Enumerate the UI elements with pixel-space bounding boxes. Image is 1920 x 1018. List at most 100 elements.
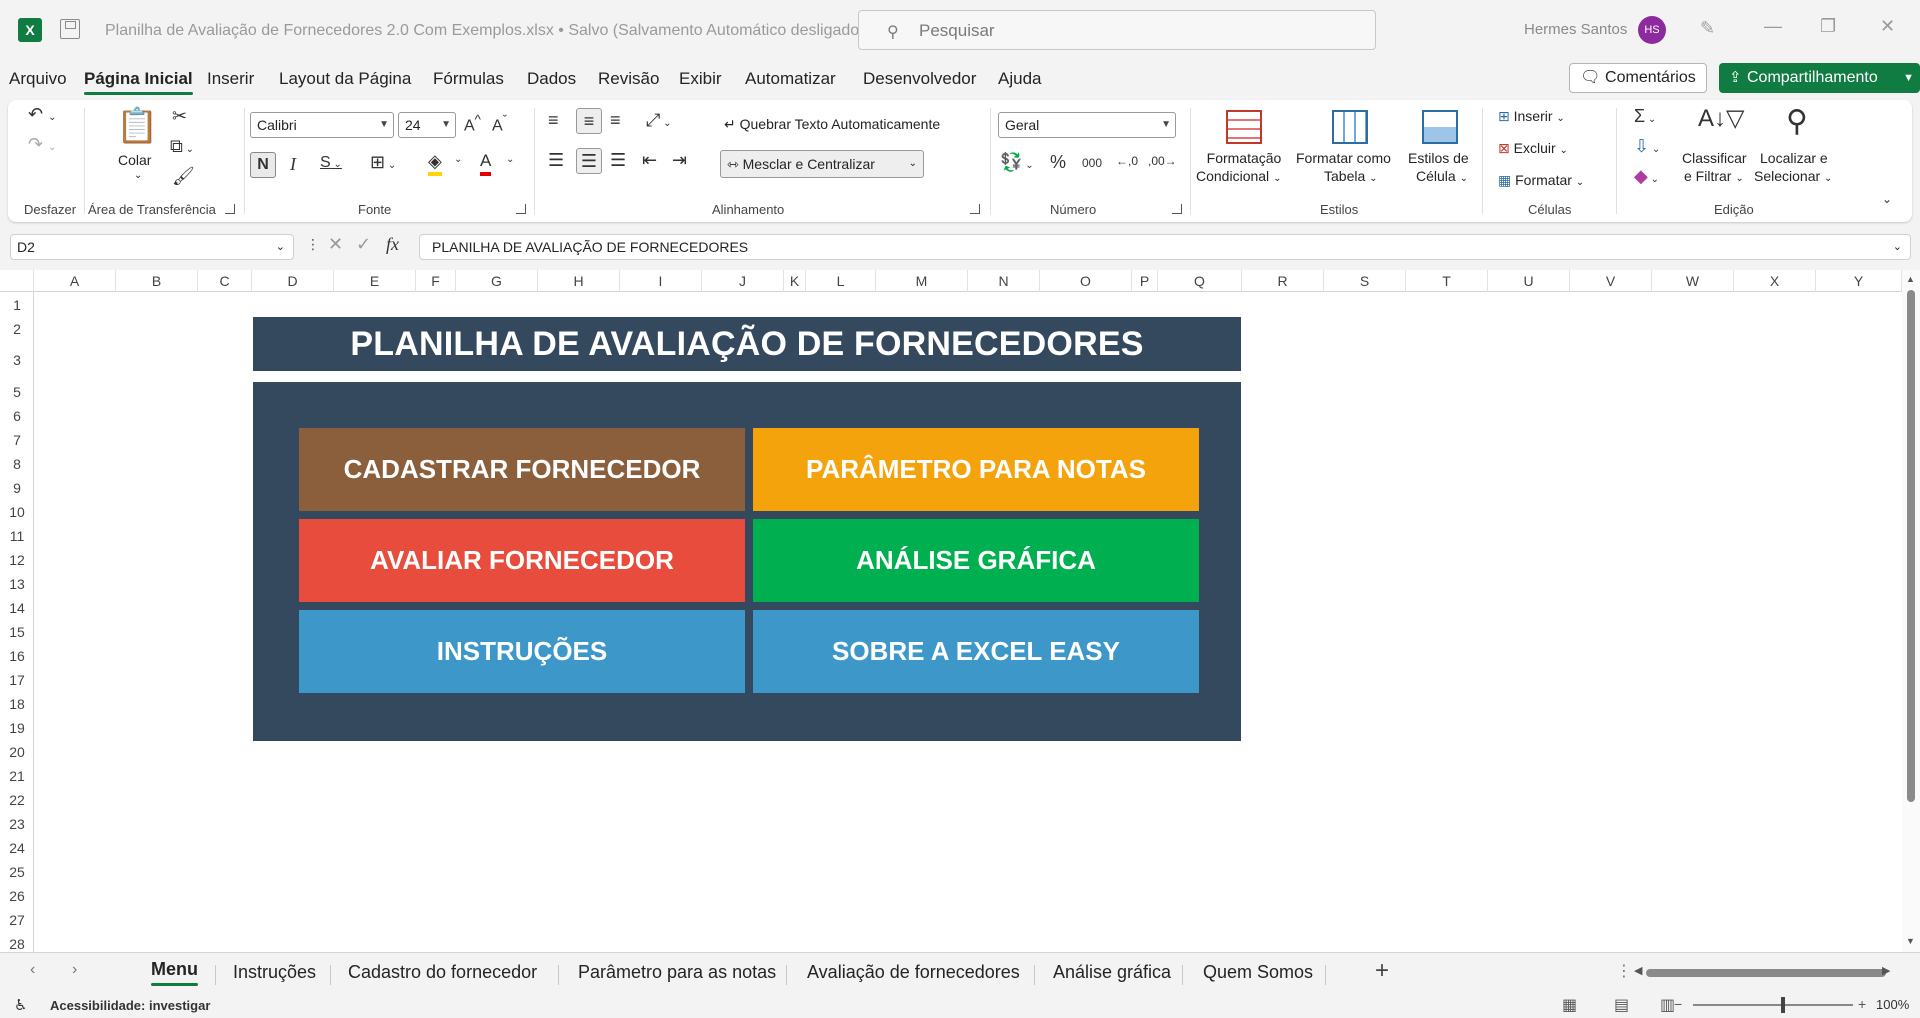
insert-cells-button[interactable]: ⊞ Inserir ⌄: [1498, 108, 1565, 125]
row-header[interactable]: 28: [0, 936, 34, 952]
menu-exibir[interactable]: Exibir: [679, 69, 722, 89]
sheet-tab-instrucoes[interactable]: Instruções: [233, 962, 316, 983]
row-header[interactable]: 24: [0, 840, 34, 856]
row-header[interactable]: 7: [0, 432, 34, 448]
collapse-ribbon-icon[interactable]: ⌄: [1882, 192, 1892, 206]
increase-indent-icon[interactable]: ⇥: [672, 150, 687, 171]
name-box[interactable]: D2 ⌄: [10, 234, 294, 260]
register-supplier-button[interactable]: CADASTRAR FORNECEDOR: [299, 428, 745, 511]
menu-pagina-inicial[interactable]: Página Inicial: [84, 69, 193, 95]
paste-label[interactable]: Colar: [118, 152, 151, 168]
increase-decimal-icon[interactable]: ←,0: [1116, 154, 1138, 168]
sheet-tab-parametro[interactable]: Parâmetro para as notas: [578, 962, 776, 983]
zoom-level[interactable]: 100%: [1876, 997, 1909, 1012]
menu-automatizar[interactable]: Automatizar: [745, 69, 836, 89]
row-header[interactable]: 6: [0, 408, 34, 424]
column-header[interactable]: T: [1406, 270, 1488, 292]
column-header[interactable]: H: [538, 270, 620, 292]
row-header[interactable]: 2: [0, 321, 34, 337]
row-header[interactable]: 16: [0, 648, 34, 664]
dashboard-title[interactable]: PLANILHA DE AVALIAÇÃO DE FORNECEDORES: [253, 317, 1241, 371]
format-table-label-2[interactable]: Tabela ⌄: [1324, 168, 1378, 184]
column-header[interactable]: S: [1324, 270, 1406, 292]
column-header[interactable]: Q: [1158, 270, 1242, 292]
percent-icon[interactable]: %: [1050, 152, 1066, 173]
find-select-icon[interactable]: ⚲: [1786, 104, 1808, 139]
row-header[interactable]: 10: [0, 504, 34, 520]
align-bottom-icon[interactable]: ≡: [610, 110, 621, 131]
fill-color-icon[interactable]: ◈: [428, 150, 442, 176]
menu-revisao[interactable]: Revisão: [598, 69, 659, 89]
row-header[interactable]: 5: [0, 384, 34, 400]
increase-font-icon[interactable]: A^: [464, 112, 481, 135]
save-icon[interactable]: [60, 19, 80, 39]
grading-parameters-button[interactable]: PARÂMETRO PARA NOTAS: [753, 428, 1199, 511]
row-header[interactable]: 13: [0, 576, 34, 592]
row-header[interactable]: 25: [0, 864, 34, 880]
sort-filter-label-2[interactable]: e Filtrar ⌄: [1684, 168, 1744, 184]
conditional-format-label-1[interactable]: Formatação: [1204, 150, 1284, 166]
row-header[interactable]: 12: [0, 552, 34, 568]
sheet-tab-analise[interactable]: Análise gráfica: [1053, 962, 1171, 983]
decrease-indent-icon[interactable]: ⇤: [642, 150, 657, 171]
minimize-icon[interactable]: —: [1764, 16, 1782, 37]
expand-formula-icon[interactable]: ⌄: [1893, 235, 1902, 259]
column-header[interactable]: E: [334, 270, 416, 292]
column-header[interactable]: A: [34, 270, 116, 292]
menu-desenvolvedor[interactable]: Desenvolvedor: [863, 69, 976, 89]
conditional-format-label-2[interactable]: Condicional ⌄: [1196, 168, 1281, 184]
column-header[interactable]: K: [784, 270, 806, 292]
number-launcher-icon[interactable]: [1172, 204, 1182, 214]
menu-ajuda[interactable]: Ajuda: [998, 69, 1041, 89]
format-cells-button[interactable]: ▦ Formatar ⌄: [1498, 172, 1584, 189]
more-icon[interactable]: ⋮: [306, 236, 320, 253]
autosum-icon[interactable]: Σ ⌄: [1634, 106, 1656, 127]
enter-icon[interactable]: ✓: [356, 234, 371, 255]
format-as-table-icon[interactable]: [1332, 110, 1368, 144]
row-header[interactable]: 20: [0, 744, 34, 760]
thousands-icon[interactable]: 000: [1082, 156, 1102, 170]
cancel-icon[interactable]: ✕: [328, 234, 343, 255]
scroll-right-icon[interactable]: ▶: [1882, 964, 1890, 977]
share-button[interactable]: ⇪ Compartilhamento ▼: [1719, 63, 1920, 93]
borders-icon[interactable]: ⊞ ⌄: [370, 152, 396, 173]
menu-layout[interactable]: Layout da Página: [279, 69, 411, 89]
menu-formulas[interactable]: Fórmulas: [433, 69, 504, 89]
row-header[interactable]: 27: [0, 912, 34, 928]
column-header[interactable]: L: [806, 270, 876, 292]
paste-chevron-icon[interactable]: ⌄: [134, 170, 142, 181]
merge-center-button[interactable]: ⇿ Mesclar e Centralizar ⌄: [720, 150, 924, 178]
format-table-label-1[interactable]: Formatar como: [1296, 150, 1391, 166]
align-middle-icon[interactable]: ≡: [576, 108, 602, 134]
accessibility-icon[interactable]: ♿: [14, 996, 27, 1014]
column-header[interactable]: N: [968, 270, 1040, 292]
zoom-slider[interactable]: [1693, 1004, 1853, 1006]
avatar[interactable]: HS: [1638, 16, 1666, 44]
more-options-icon[interactable]: ⋮: [1616, 961, 1632, 981]
user-name[interactable]: Hermes Santos: [1524, 21, 1627, 38]
cut-icon[interactable]: ✂: [172, 106, 187, 127]
row-header[interactable]: 11: [0, 528, 34, 544]
sheet-tab-quem-somos[interactable]: Quem Somos: [1203, 962, 1313, 983]
column-header[interactable]: X: [1734, 270, 1816, 292]
insert-function-icon[interactable]: fx: [386, 234, 399, 255]
column-header[interactable]: F: [416, 270, 456, 292]
orientation-icon[interactable]: ⤢ ⌄: [646, 110, 672, 131]
horizontal-scrollbar[interactable]: [1646, 969, 1886, 977]
redo-icon[interactable]: ↷ ⌄: [28, 134, 56, 155]
row-header[interactable]: 8: [0, 456, 34, 472]
cell-styles-icon[interactable]: [1422, 110, 1458, 144]
select-all-corner[interactable]: [0, 270, 34, 292]
row-header[interactable]: 22: [0, 792, 34, 808]
column-header[interactable]: O: [1040, 270, 1132, 292]
prev-sheet-icon[interactable]: ‹: [30, 961, 35, 979]
fill-icon[interactable]: ⇩ ⌄: [1634, 136, 1660, 157]
sheet-tab-avaliacao[interactable]: Avaliação de fornecedores: [807, 962, 1020, 983]
bold-icon[interactable]: N: [250, 152, 276, 178]
zoom-in-icon[interactable]: +: [1858, 996, 1866, 1012]
scroll-left-icon[interactable]: ◀: [1634, 964, 1642, 977]
column-header[interactable]: J: [702, 270, 784, 292]
underline-icon[interactable]: S ⌄: [320, 154, 342, 172]
column-header[interactable]: I: [620, 270, 702, 292]
row-header[interactable]: 15: [0, 624, 34, 640]
